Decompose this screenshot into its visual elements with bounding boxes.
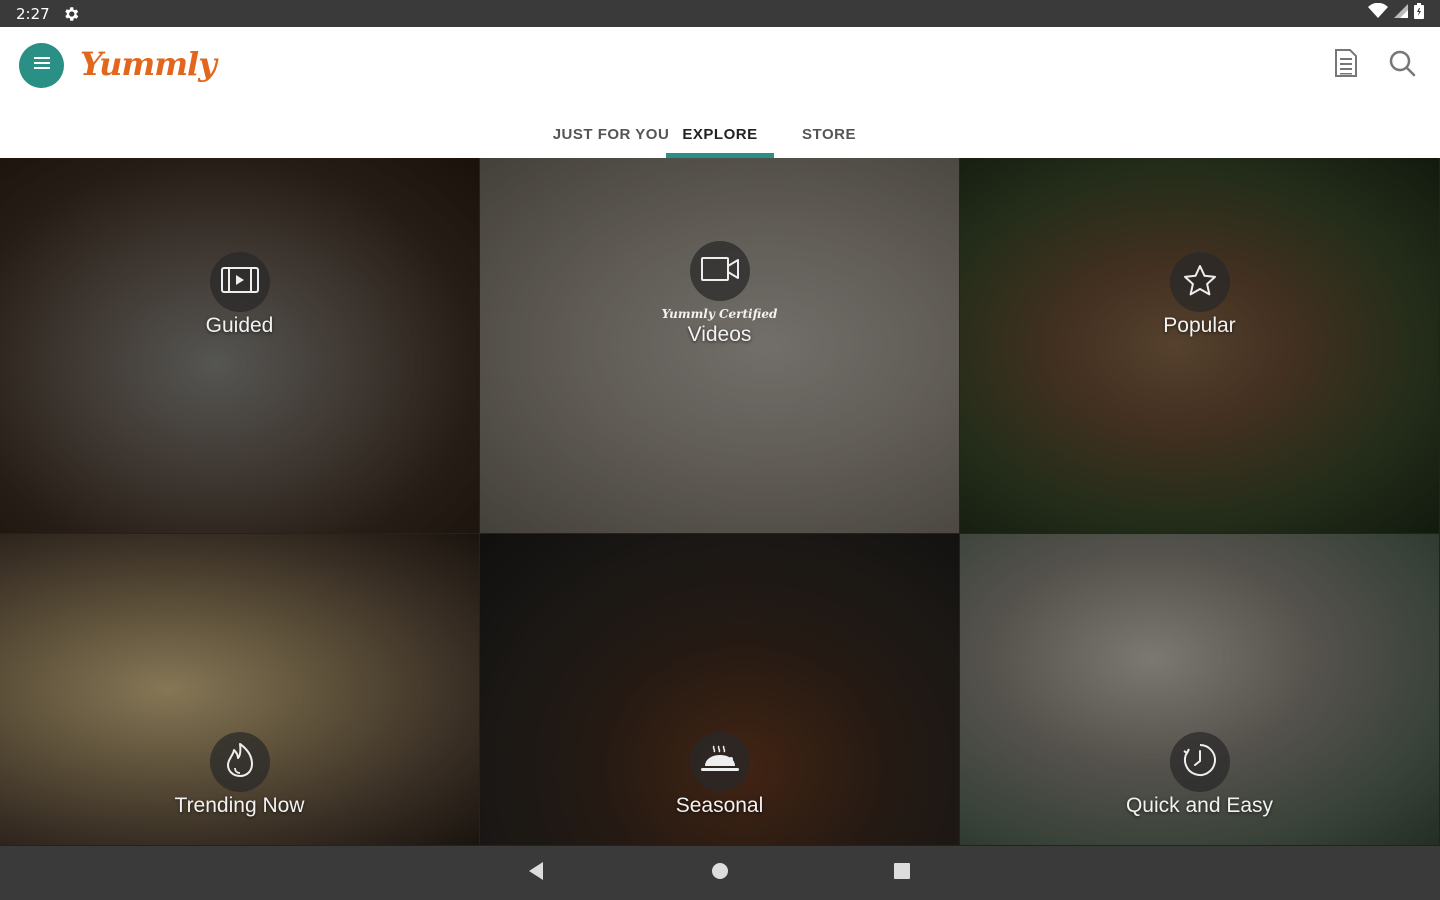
- menu-button[interactable]: [19, 43, 64, 88]
- tile-videos[interactable]: Yummly Certified Videos: [480, 158, 960, 534]
- hamburger-menu-icon: [33, 56, 50, 75]
- shopping-list-icon: [1334, 48, 1358, 82]
- flame-icon: [223, 742, 257, 783]
- explore-grid: Guided Yummly Certified Videos Popular T…: [0, 158, 1440, 846]
- tile-content: Trending Now: [0, 732, 479, 818]
- tile-label: Guided: [205, 314, 274, 337]
- tile-content: Quick and Easy: [960, 732, 1439, 818]
- signal-icon: [1394, 4, 1408, 23]
- status-icons: [1368, 2, 1424, 24]
- system-nav-bar: [0, 846, 1440, 900]
- tile-label: Videos: [687, 323, 752, 346]
- tile-guided[interactable]: Guided: [0, 158, 480, 534]
- tab-just-for-you[interactable]: JUST FOR YOU: [548, 111, 674, 158]
- search-icon: [1388, 49, 1416, 82]
- tile-content: Yummly Certified Videos: [480, 241, 959, 347]
- search-button[interactable]: [1386, 49, 1418, 81]
- tab-bar: JUST FOR YOU EXPLORE STORE: [0, 111, 1440, 158]
- home-button[interactable]: [690, 846, 750, 900]
- wifi-icon: [1368, 2, 1388, 24]
- tile-quick-and-easy[interactable]: Quick and Easy: [960, 534, 1440, 846]
- tab-explore[interactable]: EXPLORE: [666, 111, 774, 158]
- tab-store[interactable]: STORE: [786, 111, 872, 158]
- tile-content: Guided: [0, 252, 479, 338]
- status-time: 2:27: [16, 4, 50, 23]
- tile-icon-circle: [209, 252, 270, 312]
- back-button[interactable]: [506, 846, 566, 900]
- yummly-logo: Yummly: [80, 45, 217, 83]
- app-bar: Yummly JUST FOR YOU EXPLORE STORE: [0, 27, 1440, 158]
- recents-square-icon: [893, 862, 911, 885]
- tile-popular[interactable]: Popular: [960, 158, 1440, 534]
- status-bar: 2:27: [0, 0, 1440, 27]
- timer-icon: [1182, 742, 1218, 783]
- video-camera-icon: [700, 256, 739, 286]
- tile-label: Popular: [1163, 314, 1236, 337]
- yummly-certified-label: Yummly Certified: [661, 307, 778, 321]
- recents-button[interactable]: [872, 846, 932, 900]
- settings-gear-icon: [62, 5, 80, 23]
- hot-dish-icon: [700, 744, 740, 781]
- tile-icon-circle: [1169, 732, 1230, 792]
- video-play-icon: [220, 266, 259, 298]
- home-circle-icon: [711, 862, 729, 885]
- star-icon: [1183, 264, 1217, 301]
- tile-icon-circle: [209, 732, 270, 792]
- shopping-list-button[interactable]: [1330, 48, 1362, 82]
- back-triangle-icon: [527, 861, 545, 886]
- tile-icon-circle: [1169, 252, 1230, 312]
- tile-content: Popular: [960, 252, 1439, 338]
- tile-seasonal[interactable]: Seasonal: [480, 534, 960, 846]
- tile-overlay: [960, 158, 1439, 533]
- tile-label: Trending Now: [174, 794, 305, 817]
- tile-label: Seasonal: [675, 794, 764, 817]
- tile-overlay: [0, 158, 479, 533]
- tile-icon-circle: [689, 732, 750, 792]
- battery-icon: [1414, 3, 1424, 24]
- tile-content: Seasonal: [480, 732, 959, 818]
- tile-icon-circle: [689, 241, 750, 301]
- tile-trending-now[interactable]: Trending Now: [0, 534, 480, 846]
- tile-label: Quick and Easy: [1125, 794, 1274, 817]
